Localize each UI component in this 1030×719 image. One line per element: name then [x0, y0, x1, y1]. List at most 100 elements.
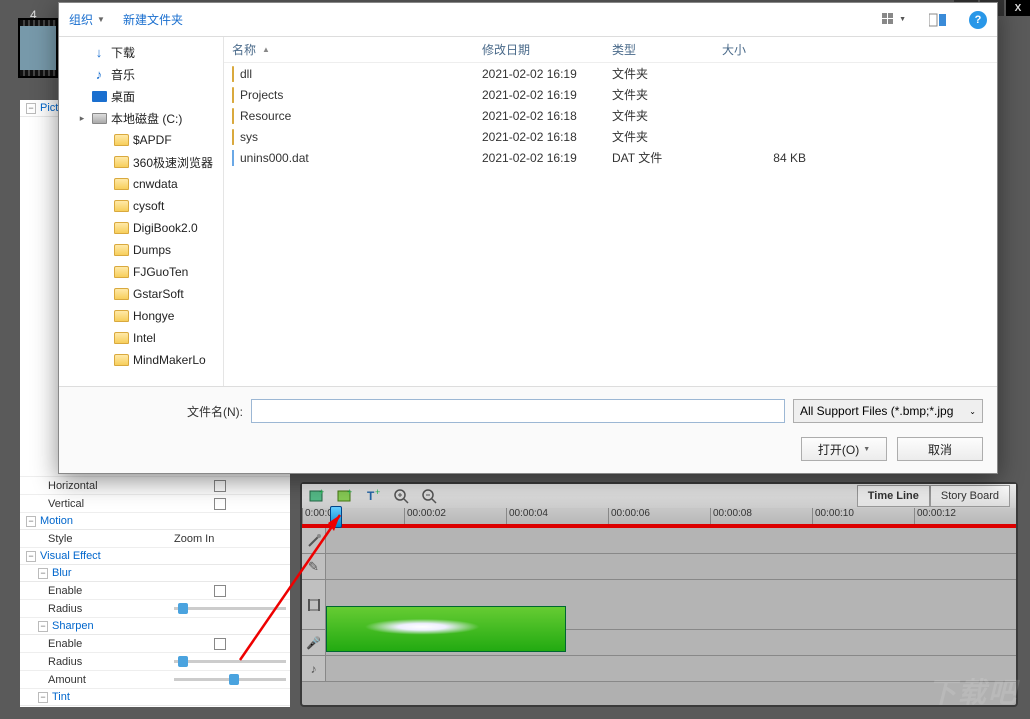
- col-date[interactable]: 修改日期: [474, 41, 604, 58]
- folder-icon: [232, 88, 234, 102]
- organize-button[interactable]: 组织▼: [69, 11, 105, 28]
- file-list: 名称▲ 修改日期 类型 大小 dll2021-02-02 16:19文件夹Pro…: [224, 37, 997, 386]
- folder-icon: [232, 109, 234, 123]
- tree-item[interactable]: GstarSoft: [59, 283, 223, 305]
- folder-icon: [113, 154, 129, 170]
- tree-item[interactable]: Intel: [59, 327, 223, 349]
- add-text-icon[interactable]: T+: [364, 487, 382, 505]
- file-rows[interactable]: dll2021-02-02 16:19文件夹Projects2021-02-02…: [224, 63, 997, 386]
- section-sharpen[interactable]: −Sharpen: [20, 618, 290, 635]
- file-type-filter[interactable]: All Support Files (*.bmp;*.jpg⌄: [793, 399, 983, 423]
- open-button[interactable]: 打开(O)▼: [801, 437, 887, 461]
- tree-item[interactable]: MindMakerLo: [59, 349, 223, 371]
- folder-icon: [113, 198, 129, 214]
- track-text[interactable]: ✎: [302, 554, 1016, 580]
- media-thumbnail[interactable]: [18, 18, 58, 78]
- file-name: Resource: [240, 109, 291, 123]
- time-ruler[interactable]: 0:00:0000:00:0200:00:0400:00:0600:00:080…: [302, 508, 1016, 528]
- tree-item[interactable]: cnwdata: [59, 173, 223, 195]
- collapse-icon: −: [38, 621, 48, 632]
- video-clip[interactable]: [326, 606, 566, 652]
- folder-tree[interactable]: ↓下载♪音乐桌面 ▸本地磁盘 (C:)$APDF 360极速浏览器 cnwdatacy…: [59, 37, 224, 386]
- checkbox-vertical[interactable]: [214, 498, 226, 510]
- collapse-icon: −: [26, 551, 36, 562]
- track-music[interactable]: ♪: [302, 656, 1016, 682]
- tree-item[interactable]: cysoft: [59, 195, 223, 217]
- col-size[interactable]: 大小: [714, 41, 814, 58]
- filename-label: 文件名(N):: [73, 403, 243, 420]
- collapse-icon: −: [38, 692, 48, 703]
- slider-sharpen-amount[interactable]: [174, 678, 286, 681]
- style-value[interactable]: Zoom In: [170, 530, 290, 547]
- tab-storyboard[interactable]: Story Board: [930, 485, 1010, 507]
- tree-item-label: GstarSoft: [133, 287, 184, 301]
- tree-item[interactable]: Dumps: [59, 239, 223, 261]
- row-style: Style Zoom In: [20, 530, 290, 548]
- section-visual-effect[interactable]: −Visual Effect: [20, 548, 290, 565]
- tree-item[interactable]: ▸本地磁盘 (C:): [59, 107, 223, 129]
- tree-item[interactable]: ↓下载: [59, 41, 223, 63]
- tree-item-label: Intel: [133, 331, 156, 345]
- slider-blur-radius[interactable]: [174, 607, 286, 610]
- checkbox-sharpen-enable[interactable]: [214, 638, 226, 650]
- file-row[interactable]: dll2021-02-02 16:19文件夹: [224, 63, 997, 84]
- film-icon: [307, 598, 321, 612]
- tab-timeline[interactable]: Time Line: [857, 485, 930, 507]
- file-date: 2021-02-02 16:19: [474, 67, 604, 81]
- cancel-button[interactable]: 取消: [897, 437, 983, 461]
- tree-item[interactable]: $APDF: [59, 129, 223, 151]
- tree-item-label: 桌面: [111, 88, 135, 105]
- file-row[interactable]: sys2021-02-02 16:18文件夹: [224, 126, 997, 147]
- preview-pane-button[interactable]: [925, 9, 951, 31]
- file-name: sys: [240, 130, 258, 144]
- svg-text:T: T: [367, 489, 375, 503]
- help-icon[interactable]: ?: [969, 11, 987, 29]
- slider-sharpen-radius[interactable]: [174, 660, 286, 663]
- add-image-icon[interactable]: +: [336, 487, 354, 505]
- tree-item-label: DigiBook2.0: [133, 221, 198, 235]
- file-row[interactable]: Projects2021-02-02 16:19文件夹: [224, 84, 997, 105]
- row-blur-radius: Radius: [20, 600, 290, 618]
- view-mode-button[interactable]: ▼: [881, 9, 907, 31]
- track-effects[interactable]: [302, 528, 1016, 554]
- tree-item[interactable]: FJGuoTen: [59, 261, 223, 283]
- close-button[interactable]: X: [1006, 0, 1030, 16]
- col-type[interactable]: 类型: [604, 41, 714, 58]
- playhead[interactable]: [330, 506, 342, 528]
- col-name[interactable]: 名称▲: [224, 41, 474, 58]
- tree-item-label: 360极速浏览器: [133, 154, 213, 171]
- checkbox-horizontal[interactable]: [214, 480, 226, 492]
- zoom-out-icon[interactable]: [420, 487, 438, 505]
- filename-input[interactable]: [251, 399, 785, 423]
- mic-icon: 🎤: [306, 636, 321, 650]
- tree-item[interactable]: Hongye: [59, 305, 223, 327]
- tree-item[interactable]: ♪音乐: [59, 63, 223, 85]
- sort-indicator-icon: ▲: [262, 45, 270, 54]
- file-date: 2021-02-02 16:19: [474, 151, 604, 165]
- checkbox-blur-enable[interactable]: [214, 585, 226, 597]
- timeline-toolbar: + + T+ Time Line Story Board: [302, 484, 1016, 508]
- clip-thumbnail: [327, 607, 565, 651]
- dropdown-icon: ▼: [863, 446, 870, 453]
- dialog-footer: 文件名(N): All Support Files (*.bmp;*.jpg⌄ …: [59, 386, 997, 473]
- file-type: DAT 文件: [604, 149, 714, 166]
- expand-icon[interactable]: ▸: [77, 113, 87, 124]
- tree-item[interactable]: 360极速浏览器: [59, 151, 223, 173]
- section-motion[interactable]: −Motion: [20, 513, 290, 530]
- file-row[interactable]: Resource2021-02-02 16:18文件夹: [224, 105, 997, 126]
- zoom-in-icon[interactable]: [392, 487, 410, 505]
- dropdown-icon: ▼: [97, 15, 105, 24]
- row-sharpen-radius: Radius: [20, 653, 290, 671]
- thumbnail-image: [20, 26, 56, 70]
- tree-item[interactable]: 桌面: [59, 85, 223, 107]
- row-flip-vertical: Vertical: [20, 495, 290, 513]
- add-media-icon[interactable]: +: [308, 487, 326, 505]
- tree-item[interactable]: DigiBook2.0: [59, 217, 223, 239]
- section-tint[interactable]: −Tint: [20, 689, 290, 706]
- dropdown-icon: ⌄: [969, 407, 976, 416]
- tree-item-label: Dumps: [133, 243, 171, 257]
- pencil-icon: ✎: [308, 559, 319, 575]
- new-folder-button[interactable]: 新建文件夹: [123, 11, 183, 28]
- section-blur[interactable]: −Blur: [20, 565, 290, 582]
- file-row[interactable]: unins000.dat2021-02-02 16:19DAT 文件84 KB: [224, 147, 997, 168]
